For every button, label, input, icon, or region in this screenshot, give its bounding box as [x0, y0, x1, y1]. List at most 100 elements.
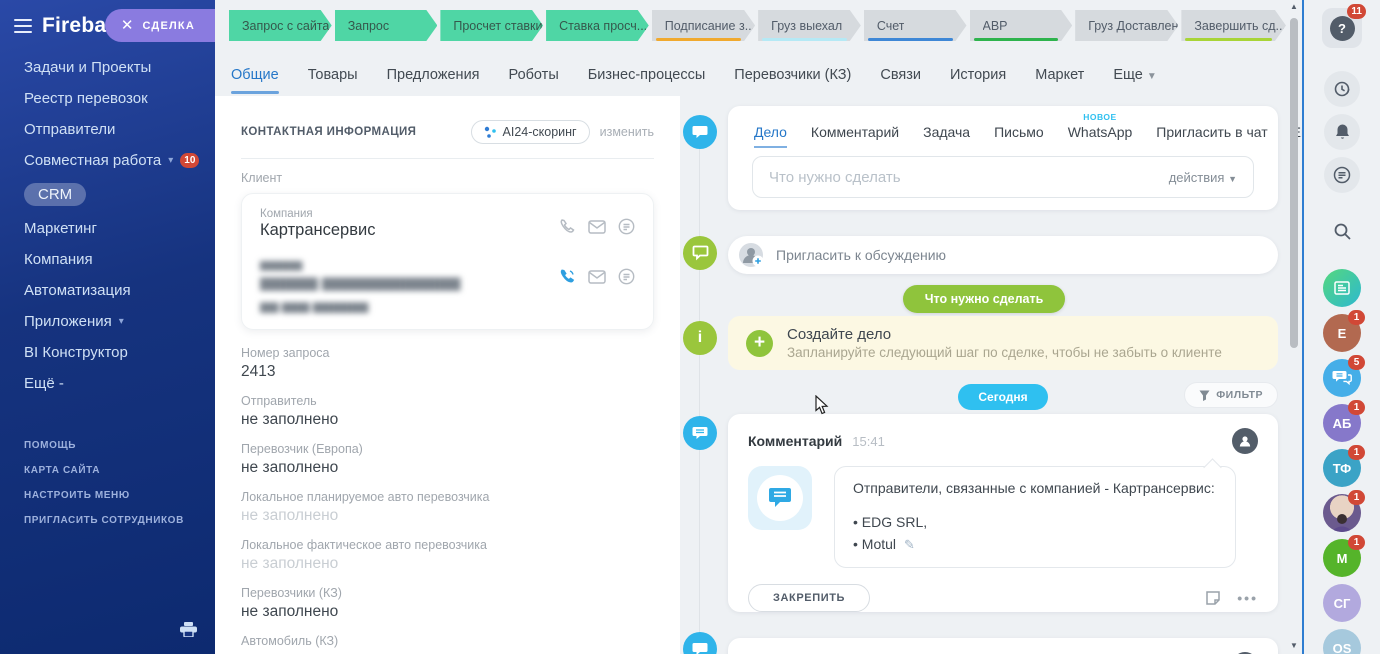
company-name[interactable]: Картрансервис — [260, 221, 559, 240]
composer-tab-comment[interactable]: Комментарий — [811, 124, 899, 140]
contact-name-redacted[interactable]: ▆▆▆▆▆ ▆▆▆▆▆▆▆▆▆▆▆▆ — [260, 273, 559, 291]
user-avatar[interactable]: М 1 — [1323, 539, 1361, 577]
actions-dropdown[interactable]: действия ▼ — [1169, 170, 1237, 185]
vertical-scrollbar[interactable]: ▲ ▼ — [1288, 0, 1300, 654]
note-icon[interactable] — [1205, 590, 1221, 606]
add-icon[interactable]: + — [746, 330, 773, 357]
what-to-do-button[interactable]: Что нужно сделать — [903, 285, 1066, 313]
comment-bubble: Отправители, связанные с компанией - Кар… — [834, 466, 1236, 568]
tab-relations[interactable]: Связи — [880, 67, 921, 85]
stage-rate-calculated[interactable]: Ставка просч... — [546, 10, 649, 41]
tab-products[interactable]: Товары — [308, 67, 358, 85]
sidebar-menu: Задачи и Проекты Реестр перевозок Отправ… — [0, 52, 215, 399]
comment-bullet: • Motul✎ — [853, 534, 1217, 556]
stage-avr[interactable]: АВР — [970, 10, 1073, 41]
menu-icon[interactable] — [14, 19, 32, 33]
sidebar: Fireball ✕ СДЕЛКА Задачи и Проекты Реест… — [0, 0, 215, 654]
chat-bubble-icon — [683, 115, 717, 149]
more-options-icon[interactable]: ••• — [1237, 590, 1258, 606]
email-icon[interactable] — [588, 270, 606, 284]
stage-request[interactable]: Запрос — [335, 10, 438, 41]
sidebar-link-configure-menu[interactable]: НАСТРОИТЬ МЕНЮ — [0, 483, 215, 508]
printer-icon[interactable] — [180, 622, 197, 642]
user-avatar[interactable]: ТФ 1 — [1323, 449, 1361, 487]
author-avatar[interactable] — [1232, 428, 1258, 454]
tab-robots[interactable]: Роботы — [509, 67, 559, 85]
sidebar-item-company[interactable]: Компания — [0, 244, 215, 275]
person-icon — [1238, 434, 1252, 448]
stage-request-from-site[interactable]: Запрос с сайта — [229, 10, 332, 41]
notifications-button[interactable] — [1324, 114, 1360, 150]
user-avatar-photo[interactable]: 1 — [1323, 494, 1361, 532]
search-icon — [1333, 222, 1352, 241]
composer-tab-email[interactable]: Письмо — [994, 124, 1044, 140]
edit-pencil-icon[interactable]: ✎ — [904, 537, 915, 552]
stage-invoice[interactable]: Счет — [864, 10, 967, 41]
field-local-planned-vehicle: Локальное планируемое авто перевозчика н… — [241, 490, 654, 525]
help-button[interactable]: ? 11 — [1322, 8, 1362, 48]
create-activity-hint: + Создайте дело Запланируйте следующий ш… — [728, 316, 1278, 370]
sidebar-item-more[interactable]: Ещё - — [0, 368, 215, 399]
chat-avatar[interactable]: 5 — [1323, 359, 1361, 397]
chat-channel-icon[interactable] — [618, 268, 635, 285]
time-management-button[interactable] — [1324, 71, 1360, 107]
sidebar-item-bi-builder[interactable]: BI Конструктор — [0, 337, 215, 368]
chevron-down-icon: ▾ — [168, 155, 173, 166]
pin-button[interactable]: ЗАКРЕПИТЬ — [748, 584, 870, 612]
sidebar-link-help[interactable]: ПОМОЩЬ — [0, 433, 215, 458]
tab-more[interactable]: Еще▼ — [1113, 67, 1156, 85]
edit-link[interactable]: изменить — [600, 125, 654, 139]
sidebar-link-sitemap[interactable]: КАРТА САЙТА — [0, 458, 215, 483]
phone-icon[interactable] — [559, 218, 576, 235]
invite-to-discussion-bar[interactable]: Пригласить к обсуждению — [728, 236, 1278, 274]
filter-button[interactable]: ФИЛЬТР — [1184, 382, 1278, 408]
hint-title[interactable]: Создайте дело — [787, 326, 1222, 343]
user-avatar[interactable]: АБ 1 — [1323, 404, 1361, 442]
composer-tab-whatsapp[interactable]: НОВОЕ WhatsApp — [1068, 124, 1133, 140]
close-icon[interactable]: ✕ — [121, 18, 134, 33]
user-avatar[interactable]: OS — [1323, 629, 1361, 654]
scroll-down-icon[interactable]: ▼ — [1289, 641, 1299, 650]
right-toolbar: ? 11 Е 1 5 АБ — [1302, 0, 1380, 654]
composer-tab-activity[interactable]: Дело — [754, 124, 787, 140]
chat-channel-icon[interactable] — [618, 218, 635, 235]
sidebar-item-tasks[interactable]: Задачи и Проекты — [0, 52, 215, 83]
scroll-up-icon[interactable]: ▲ — [1289, 2, 1299, 11]
email-icon[interactable] — [588, 220, 606, 234]
tab-carriers-kz[interactable]: Перевозчики (КЗ) — [734, 67, 851, 85]
sidebar-item-transport-registry[interactable]: Реестр перевозок — [0, 83, 215, 114]
sidebar-item-apps[interactable]: Приложения ▾ — [0, 306, 215, 337]
composer-tab-task[interactable]: Задача — [923, 124, 970, 140]
sidebar-item-crm[interactable]: CRM — [0, 176, 215, 213]
user-avatar[interactable]: Е 1 — [1323, 314, 1361, 352]
timeline-connector — [699, 136, 700, 654]
composer-tab-invite-to-chat[interactable]: Пригласить в чат — [1156, 124, 1267, 140]
tab-quotes[interactable]: Предложения — [387, 67, 480, 85]
live-feed-button[interactable] — [1323, 269, 1361, 307]
tab-history[interactable]: История — [950, 67, 1006, 85]
sidebar-item-collaboration[interactable]: Совместная работа ▾ 10 — [0, 145, 215, 176]
ai-scoring-button[interactable]: AI24-скоринг — [471, 120, 590, 144]
deal-entity-pill[interactable]: ✕ СДЕЛКА — [105, 9, 215, 42]
stage-rate-calculation[interactable]: Просчет ставки — [440, 10, 543, 41]
messenger-button[interactable] — [1324, 157, 1360, 193]
user-avatar[interactable]: СГ — [1323, 584, 1361, 622]
stage-contract-signing[interactable]: Подписание з... — [652, 10, 755, 41]
chat-bubbles-icon — [1332, 369, 1352, 387]
stage-close-deal[interactable]: Завершить сд... — [1181, 10, 1286, 41]
tab-general[interactable]: Общие — [231, 67, 279, 85]
news-icon — [1333, 279, 1351, 297]
scrollbar-thumb[interactable] — [1290, 18, 1298, 348]
person-photo-icon — [1329, 514, 1355, 532]
sidebar-item-marketing[interactable]: Маркетинг — [0, 213, 215, 244]
activity-input[interactable]: Что нужно сделать действия ▼ — [752, 156, 1254, 198]
sidebar-link-invite-employees[interactable]: ПРИГЛАСИТЬ СОТРУДНИКОВ — [0, 508, 215, 533]
tab-business-processes[interactable]: Бизнес-процессы — [588, 67, 706, 85]
tab-market[interactable]: Маркет — [1035, 67, 1084, 85]
stage-cargo-delivered[interactable]: Груз Доставлен — [1075, 10, 1178, 41]
sidebar-item-automation[interactable]: Автоматизация — [0, 275, 215, 306]
phone-icon[interactable] — [559, 268, 576, 285]
stage-cargo-departed[interactable]: Груз выехал — [758, 10, 861, 41]
search-button[interactable] — [1324, 216, 1360, 246]
sidebar-item-senders[interactable]: Отправители — [0, 114, 215, 145]
